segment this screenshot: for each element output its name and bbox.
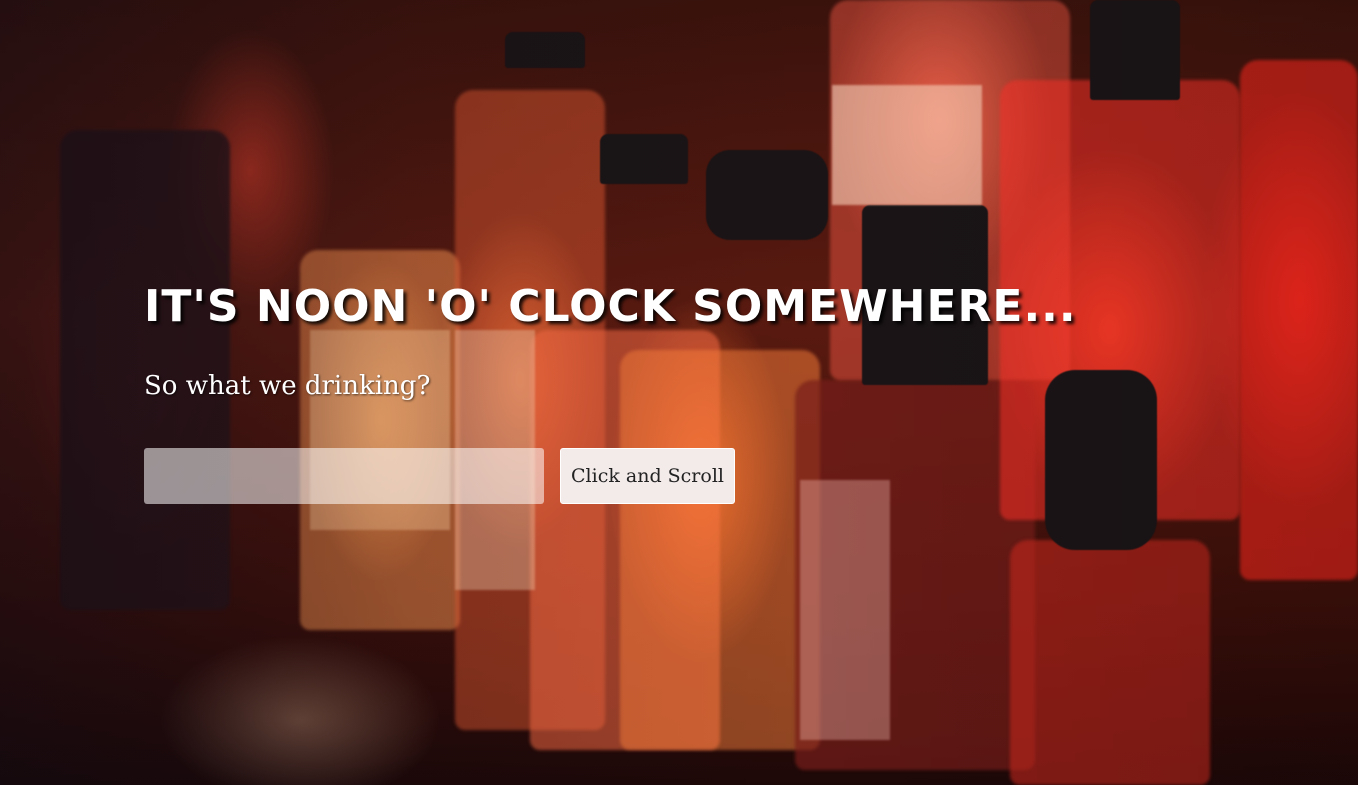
search-input[interactable] xyxy=(144,448,544,504)
page-subtitle: So what we drinking? xyxy=(144,371,431,401)
hero-section: IT'S NOON 'O' CLOCK SOMEWHERE... So what… xyxy=(0,0,1358,785)
search-form: Click and Scroll xyxy=(144,448,735,504)
page-title: IT'S NOON 'O' CLOCK SOMEWHERE... xyxy=(144,281,1077,332)
click-and-scroll-button[interactable]: Click and Scroll xyxy=(560,448,735,504)
hero-content: IT'S NOON 'O' CLOCK SOMEWHERE... So what… xyxy=(144,278,1244,504)
